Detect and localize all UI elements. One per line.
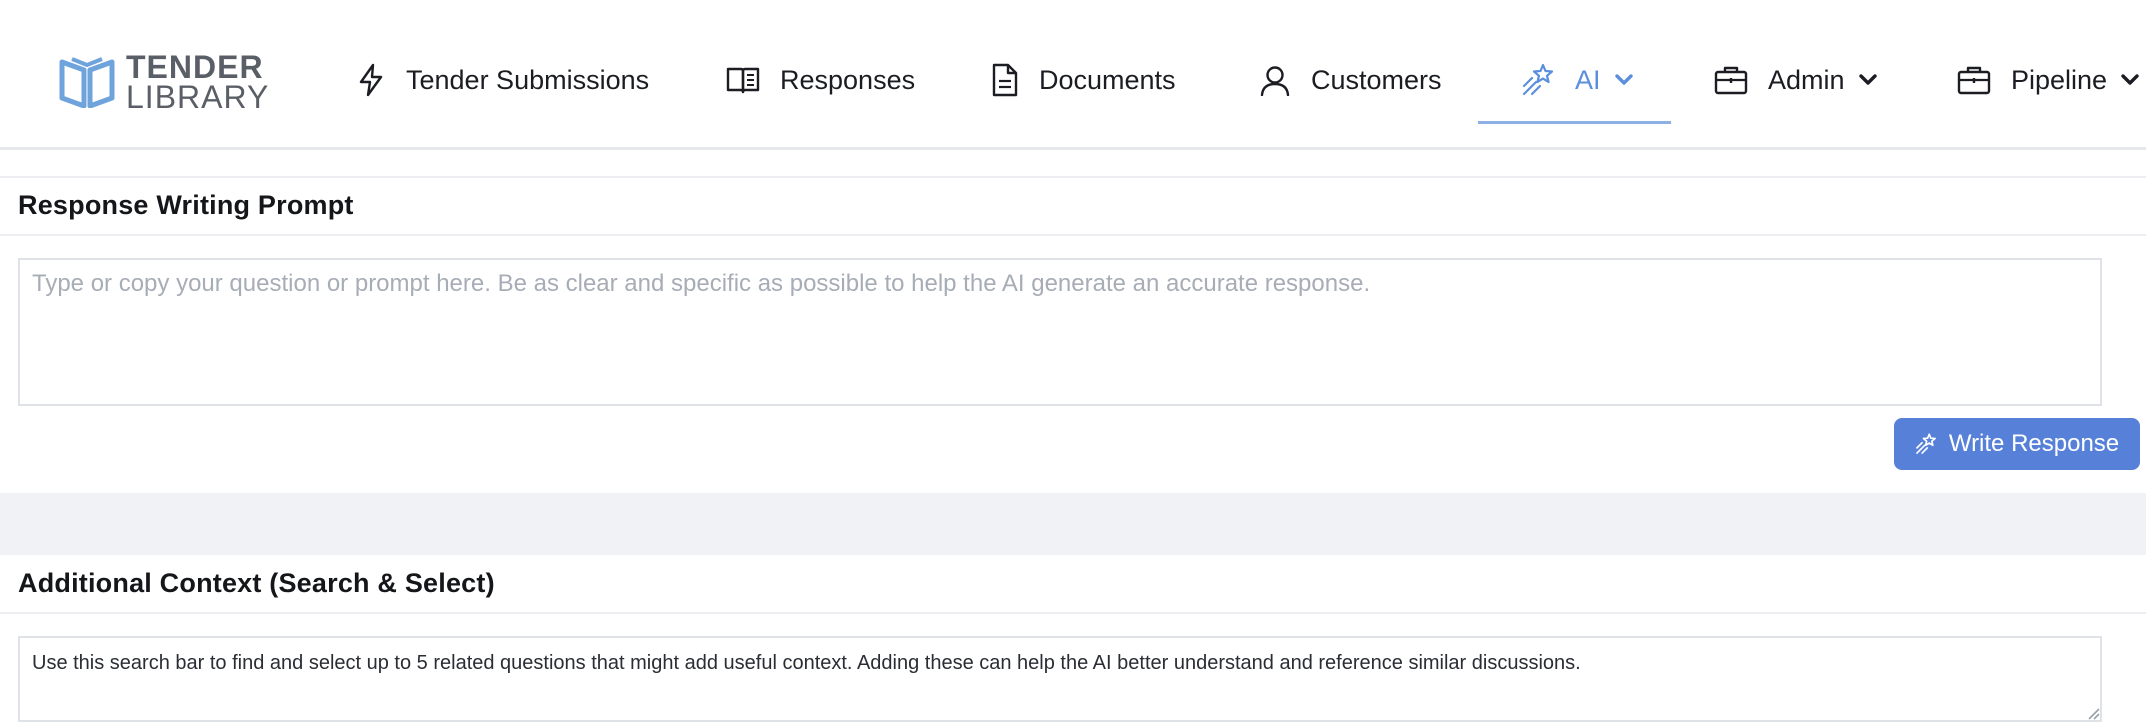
section-divider [0,234,2146,236]
chevron-down-icon [1614,74,1633,85]
book-icon [726,67,760,94]
section-divider [0,612,2146,614]
nav-label: Pipeline [2011,64,2108,95]
nav-label: Documents [1039,64,1176,95]
lightning-icon [359,63,383,97]
chevron-down-icon [1858,74,1877,85]
magic-wand-icon [1915,433,1936,454]
nav-label: AI [1575,64,1601,95]
nav-item-customers[interactable]: Customers [1259,56,1442,104]
nav-item-documents[interactable]: Documents [991,56,1176,104]
write-response-button[interactable]: Write Response [1894,418,2140,470]
nav-item-ai[interactable]: AI [1521,56,1633,104]
context-search-input[interactable] [18,636,2102,722]
prompt-input[interactable] [18,258,2102,406]
document-icon [992,63,1018,97]
nav-item-admin[interactable]: Admin [1714,56,1877,104]
context-section-title: Additional Context (Search & Select) [18,568,495,598]
top-navigation: TENDER LIBRARY Tender Submissions Respon… [0,0,2146,150]
briefcase-icon [1957,66,1991,95]
nav-label: Admin [1768,64,1845,95]
nav-item-pipeline[interactable]: Pipeline [1957,56,2139,104]
prompt-section-title: Response Writing Prompt [18,190,354,220]
section-spacer [0,493,2146,555]
write-response-label: Write Response [1948,430,2120,457]
nav-item-responses[interactable]: Responses [726,56,915,104]
nav-label: Responses [780,64,916,95]
user-icon [1260,66,1290,96]
section-divider [0,176,2146,178]
nav-item-tender-submissions[interactable]: Tender Submissions [356,56,649,104]
magic-wand-icon [1522,63,1554,96]
resize-handle-icon[interactable] [2086,706,2100,720]
brand-line2: LIBRARY [126,79,270,115]
chevron-down-icon [2121,74,2139,85]
nav-label: Tender Submissions [406,64,650,95]
active-tab-indicator [1478,121,1671,124]
nav-label: Customers [1311,64,1442,95]
brand-logo[interactable]: TENDER LIBRARY [58,51,269,113]
open-book-icon [59,57,115,108]
briefcase-icon [1714,66,1748,95]
brand-wordmark: TENDER LIBRARY [126,51,269,113]
